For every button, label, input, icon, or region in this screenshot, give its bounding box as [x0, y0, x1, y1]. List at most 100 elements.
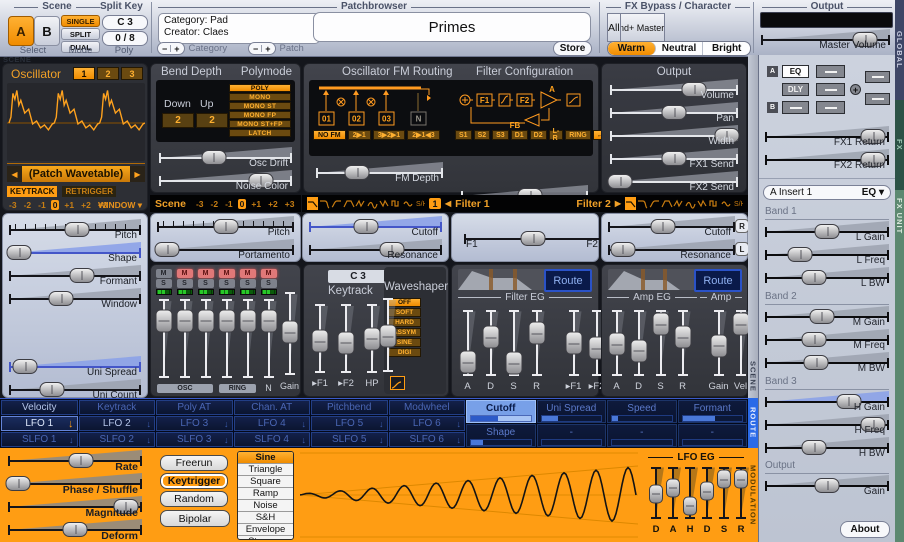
channel-fader[interactable]: [238, 296, 257, 381]
lfo-eg-slider[interactable]: D: [648, 464, 664, 522]
param-slider[interactable]: Volume: [606, 78, 742, 101]
lfo-cell[interactable]: LFO 1↓: [1, 416, 78, 431]
fader-handle[interactable]: [218, 309, 235, 332]
tab-route[interactable]: ROUTE: [748, 398, 758, 448]
octave-option[interactable]: -2: [209, 199, 221, 209]
fx-bypass-option[interactable]: All: [607, 13, 621, 42]
fx-slot-box[interactable]: [782, 101, 809, 114]
param-slider[interactable]: H Gain: [761, 390, 893, 413]
mod-source-cell[interactable]: Pitchbend: [311, 400, 388, 415]
fx-dly-box[interactable]: DLY: [782, 83, 809, 96]
slfo-cell[interactable]: SLFO 1↓: [1, 432, 78, 447]
solo-button[interactable]: S: [177, 279, 193, 288]
eg-slider[interactable]: D: [480, 307, 501, 379]
fx-slot-box[interactable]: [816, 83, 845, 96]
mute-button[interactable]: M: [261, 269, 277, 278]
slider-handle[interactable]: [662, 151, 687, 166]
solo-button[interactable]: S: [219, 279, 235, 288]
filter-config-option[interactable]: S2: [474, 130, 491, 140]
eg-slider[interactable]: Gain: [708, 307, 729, 379]
slider-handle[interactable]: [650, 219, 675, 234]
fader-handle[interactable]: [482, 326, 499, 349]
param-slider[interactable]: Formant: [5, 264, 145, 287]
fader-handle[interactable]: [652, 313, 669, 336]
fader-handle[interactable]: [338, 331, 355, 354]
lfo-shape-option[interactable]: Envelope: [238, 524, 293, 536]
slfo-cell[interactable]: SLFO 4↓: [234, 432, 311, 447]
fader-handle[interactable]: [674, 326, 691, 349]
eg-slider[interactable]: R: [672, 307, 693, 379]
param-slider[interactable]: L Gain: [761, 220, 893, 243]
filter1-type-icons[interactable]: S/H: [307, 197, 425, 210]
bend-up-value[interactable]: 2: [196, 113, 228, 128]
solo-button[interactable]: S: [240, 279, 256, 288]
lfo-eg-slider[interactable]: R: [733, 464, 749, 522]
filter-config-option[interactable]: L-R: [549, 130, 564, 140]
filter2-link-badge[interactable]: L: [735, 242, 749, 256]
polymode-option[interactable]: MONO FP: [229, 111, 291, 119]
filter-config-option[interactable]: S3: [492, 130, 509, 140]
octave-option[interactable]: +1: [249, 199, 263, 209]
oscillator-type-menu[interactable]: WINDOW ▾: [98, 200, 142, 211]
slider-handle[interactable]: [63, 522, 88, 537]
slider-handle[interactable]: [39, 382, 64, 397]
channel-fader[interactable]: [217, 296, 236, 381]
param-slider[interactable]: FX1 Return: [761, 125, 893, 148]
fader-handle[interactable]: [197, 309, 214, 332]
fader-handle[interactable]: [717, 470, 731, 489]
wavetable-name[interactable]: (Patch Wavetable): [22, 166, 130, 182]
polymode-option[interactable]: LATCH: [229, 129, 291, 137]
solo-button[interactable]: S: [261, 279, 277, 288]
param-slider[interactable]: Resonance L: [604, 238, 739, 261]
fader-handle[interactable]: [155, 309, 172, 332]
fx-eq-box[interactable]: EQ: [782, 65, 809, 78]
fader-handle[interactable]: [505, 352, 522, 375]
scene-b-button[interactable]: B: [34, 16, 60, 46]
master-volume-slider[interactable]: Master Volume: [757, 28, 894, 51]
fader-handle[interactable]: [380, 325, 397, 348]
fx-slot-box[interactable]: [865, 71, 890, 83]
mod-source-cell[interactable]: Keytrack: [79, 400, 156, 415]
eg-slider[interactable]: S: [503, 307, 524, 379]
category-stepper-buttons[interactable]: −+: [157, 42, 185, 55]
filter-eg-route-button[interactable]: Route: [544, 269, 592, 292]
fader-handle[interactable]: [528, 322, 545, 345]
filter-config-diagram[interactable]: F1 F2 A FB: [455, 86, 593, 130]
filter2-link-badge[interactable]: R: [735, 219, 749, 233]
chevron-down-icon[interactable]: ↓: [457, 435, 462, 445]
mod-slot[interactable]: Uni Spread: [537, 400, 607, 423]
chevron-down-icon[interactable]: ↓: [147, 435, 152, 445]
keytrack-root-note[interactable]: C 3: [328, 270, 388, 283]
param-slider[interactable]: L BW: [761, 266, 893, 289]
lfo-eg-slider[interactable]: A: [665, 464, 681, 522]
slider-handle[interactable]: [13, 359, 38, 374]
filter2-next-arrow[interactable]: ▶: [615, 199, 621, 208]
oscillator-tab[interactable]: 2: [97, 67, 119, 80]
lfo-trigger-option[interactable]: Freerun: [160, 455, 228, 471]
waveshaper-drive-slider[interactable]: [378, 295, 398, 375]
keytrack-toggle[interactable]: KEYTRACK: [7, 186, 57, 197]
param-slider[interactable]: Gain: [761, 474, 893, 497]
lfo-eg-slider[interactable]: H: [682, 464, 698, 522]
lfo-eg-slider[interactable]: S: [716, 464, 732, 522]
mute-button[interactable]: M: [177, 269, 193, 278]
keytrack-slider[interactable]: ▸F2: [336, 301, 356, 376]
lfo-shape-option[interactable]: Square: [238, 476, 293, 488]
lfo-cell[interactable]: LFO 5↓: [311, 416, 388, 431]
polymode-option[interactable]: MONO: [229, 93, 291, 101]
fader-handle[interactable]: [565, 332, 582, 355]
param-slider[interactable]: Width: [606, 124, 742, 147]
polymode-option[interactable]: MONO ST+FP: [229, 120, 291, 128]
filter-config-option[interactable]: RING: [565, 130, 591, 140]
filter2-type-icons[interactable]: S/H: [625, 197, 743, 210]
fx-slot-box[interactable]: [865, 93, 890, 105]
eg-slider[interactable]: ▸F1: [563, 307, 584, 379]
filter1-prev-arrow[interactable]: ◀: [445, 199, 451, 208]
octave-option[interactable]: +2: [266, 199, 280, 209]
octave-option[interactable]: +1: [62, 200, 76, 210]
store-button[interactable]: Store: [553, 41, 592, 56]
fader-handle[interactable]: [732, 313, 749, 336]
filter-config-option[interactable]: D2: [530, 130, 547, 140]
fader-handle[interactable]: [649, 484, 663, 503]
slider-handle[interactable]: [788, 247, 813, 262]
